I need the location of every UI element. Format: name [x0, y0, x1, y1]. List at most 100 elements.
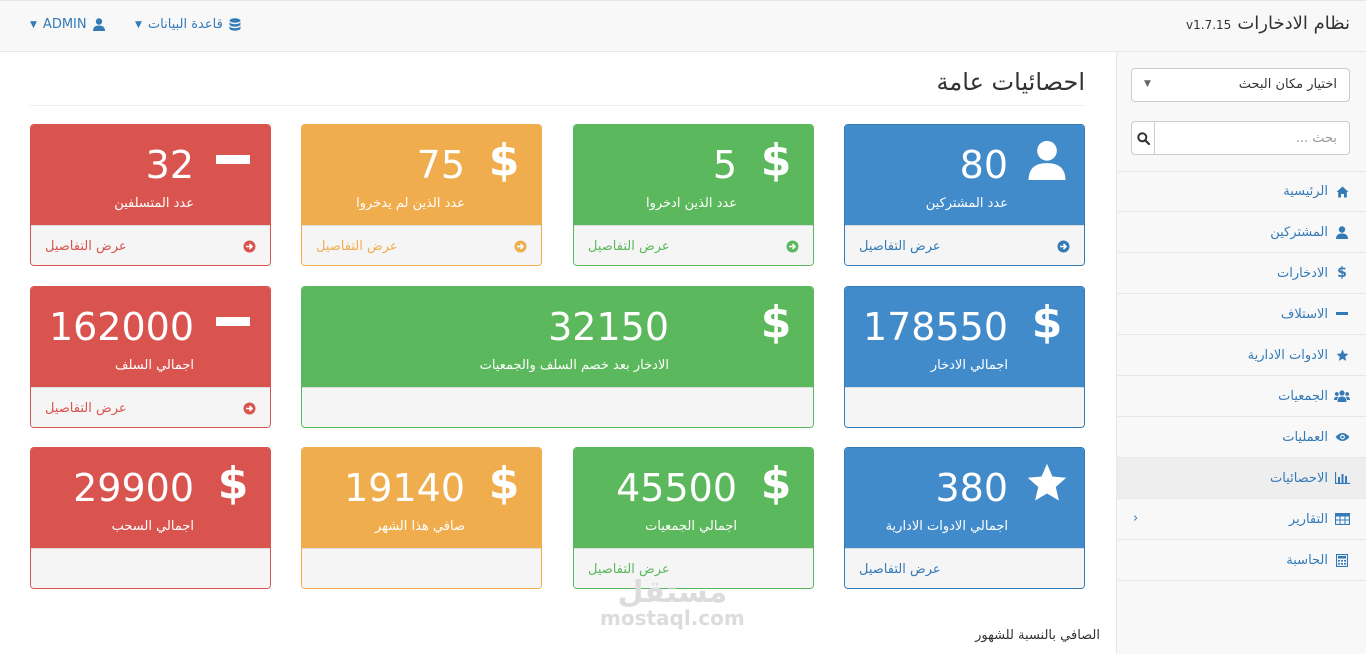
search-button[interactable] [1131, 121, 1155, 155]
stat-panel-month-net: $ 19140 صافي هذا الشهر [301, 447, 542, 589]
view-details-link[interactable]: عرض التفاصيل [845, 548, 1084, 588]
sidebar-item-calculator[interactable]: الحاسبة [1117, 540, 1366, 581]
dollar-icon: $ [217, 457, 249, 509]
stat-panel-associations: $ 45500 اجمالي الجمعيات عرض التفاصيل [573, 447, 814, 589]
stat-label: اجمالي الادخار [930, 358, 1008, 373]
sidebar-item-home[interactable]: الرئيسية [1117, 171, 1366, 212]
view-details-label: عرض التفاصيل [45, 401, 127, 416]
dollar-icon: $ [1031, 296, 1063, 348]
sidebar-item-label: العمليات [1282, 429, 1328, 445]
view-details-link[interactable]: عرض التفاصيل [574, 225, 813, 265]
stat-value: 75 [416, 143, 465, 187]
users-icon [1334, 390, 1350, 402]
search-location-value: اختيار مكان البحث [1238, 77, 1337, 92]
sidebar-item-admin-tools[interactable]: الادوات الادارية [1117, 335, 1366, 376]
stat-value: 19140 [344, 466, 465, 510]
view-details-label: عرض التفاصيل [859, 239, 941, 254]
view-details-link[interactable]: عرض التفاصيل [31, 387, 270, 427]
stat-value: 380 [935, 466, 1008, 510]
arrow-circle-icon [1057, 240, 1070, 253]
dollar-icon: $ [488, 457, 520, 509]
sidebar-item-associations[interactable]: الجمعيات [1117, 376, 1366, 417]
stat-panel-non-savers: $ 75 عدد الذين لم يدخروا عرض التفاصيل [301, 124, 542, 266]
user-icon [92, 18, 105, 31]
sidebar-item-label: المشتركين [1270, 224, 1328, 240]
stat-label: اجمالي الادوات الادارية [885, 519, 1008, 534]
stat-panel-net-savings: $ 32150 الادخار بعد خصم السلف والجمعيات [301, 286, 814, 428]
view-details-link[interactable]: عرض التفاصيل [845, 225, 1084, 265]
sidebar-item-label: الادخارات [1277, 265, 1328, 281]
arrow-circle-icon [786, 240, 799, 253]
brand-title: نظام الادخارات [1237, 13, 1350, 34]
watermark-logo: مستقل mostaql.com [600, 575, 745, 630]
brand-version: v1.7.15 [1186, 18, 1232, 32]
view-details-label: عرض التفاصيل [859, 562, 941, 577]
sidebar-item-label: التقارير [1288, 511, 1328, 527]
user-icon [1028, 140, 1066, 180]
stat-value: 178550 [862, 305, 1008, 349]
page-title: احصائيات عامة [936, 68, 1085, 96]
stat-value: 45500 [616, 466, 737, 510]
search-icon [1136, 131, 1150, 145]
sidebar-item-statistics[interactable]: الاحصائيات [1117, 458, 1366, 499]
stat-panel-admin-tools: 380 اجمالي الادوات الادارية عرض التفاصيل [844, 447, 1085, 589]
arrow-circle-icon [243, 402, 256, 415]
stat-label: عدد الذين لم يدخروا [356, 196, 465, 211]
sidebar-item-label: الادوات الادارية [1247, 347, 1328, 363]
sidebar: اختيار مكان البحث ▼ الرئيسية المشتركين $… [1116, 52, 1366, 654]
stat-label: عدد الذين ادخروا [645, 196, 737, 211]
title-divider [30, 105, 1085, 106]
brand[interactable]: نظام الادخارات v1.7.15 [1186, 13, 1350, 34]
view-details-link[interactable]: عرض التفاصيل [31, 225, 270, 265]
top-navbar: نظام الادخارات v1.7.15 ▼ قاعدة البيانات ▼… [0, 0, 1366, 52]
sidebar-item-subscribers[interactable]: المشتركين [1117, 212, 1366, 253]
panel-footer [302, 548, 541, 588]
stat-label: عدد المشتركين [925, 196, 1008, 211]
dollar-icon: $ [760, 296, 792, 348]
stat-label: صافي هذا الشهر [375, 519, 465, 534]
dollar-icon: $ [1337, 265, 1347, 281]
sidebar-item-loans[interactable]: الاستلاف [1117, 294, 1366, 335]
stat-panel-savers: $ 5 عدد الذين ادخروا عرض التفاصيل [573, 124, 814, 266]
dollar-icon: $ [760, 457, 792, 509]
caret-down-icon: ▼ [135, 19, 142, 30]
search-location-select[interactable]: اختيار مكان البحث ▼ [1131, 68, 1350, 102]
arrow-circle-icon [514, 240, 527, 253]
database-icon [229, 17, 241, 31]
sidebar-item-label: الاستلاف [1280, 306, 1328, 322]
dollar-icon: $ [760, 134, 792, 186]
search-input[interactable] [1155, 121, 1350, 155]
sidebar-item-label: الجمعيات [1278, 388, 1328, 404]
view-details-label: عرض التفاصيل [316, 239, 398, 254]
stat-value: 32 [145, 143, 194, 187]
sidebar-item-operations[interactable]: العمليات [1117, 417, 1366, 458]
sidebar-item-label: الحاسبة [1286, 552, 1328, 568]
stat-label: اجمالي السحب [111, 519, 194, 534]
stat-label: اجمالي الجمعيات [645, 519, 737, 534]
database-menu[interactable]: ▼ قاعدة البيانات [135, 17, 241, 32]
sidebar-item-label: الرئيسية [1283, 184, 1328, 199]
dollar-icon: $ [488, 134, 520, 186]
minus-icon [216, 317, 250, 326]
admin-menu[interactable]: ▼ ADMIN [30, 17, 105, 32]
view-details-label: عرض التفاصيل [45, 239, 127, 254]
monthly-net-heading: الصافي بالنسبة للشهور [975, 628, 1100, 643]
stat-panel-borrowers: 32 عدد المتسلفين عرض التفاصيل [30, 124, 271, 266]
admin-menu-label: ADMIN [42, 17, 87, 32]
caret-down-icon: ▼ [1144, 79, 1151, 89]
stat-value: 80 [959, 143, 1008, 187]
stat-panel-total-savings: $ 178550 اجمالي الادخار [844, 286, 1085, 428]
stat-value: 5 [712, 143, 737, 187]
watermark-arabic: مستقل [617, 575, 728, 610]
table-icon [1334, 513, 1350, 525]
view-details-link[interactable]: عرض التفاصيل [302, 225, 541, 265]
eye-icon [1335, 433, 1349, 441]
stat-panel-subscribers: 80 عدد المشتركين عرض التفاصيل [844, 124, 1085, 266]
sidebar-item-label: الاحصائيات [1269, 470, 1328, 486]
bar-chart-icon [1334, 472, 1350, 484]
stat-panel-total-loans: 162000 اجمالي السلف عرض التفاصيل [30, 286, 271, 428]
sidebar-item-reports[interactable]: التقارير ‹ [1117, 499, 1366, 540]
sidebar-item-savings[interactable]: $ الادخارات [1117, 253, 1366, 294]
stat-label: اجمالي السلف [115, 358, 194, 373]
minus-icon [1336, 312, 1348, 315]
